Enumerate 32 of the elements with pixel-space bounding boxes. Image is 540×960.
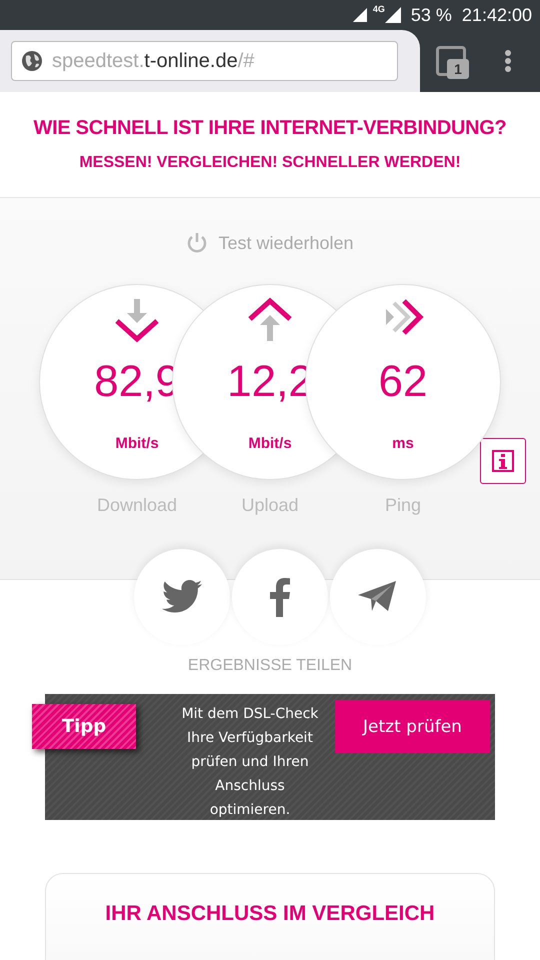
- network-type: 4G: [372, 4, 385, 14]
- battery-level: 53 %: [410, 4, 452, 26]
- download-icon: [114, 297, 160, 343]
- signal-icon: [352, 8, 369, 22]
- check-button[interactable]: Jetzt prüfen: [335, 700, 490, 753]
- page-title: WIE SCHNELL IST IHRE INTERNET-VERBINDUNG?: [34, 117, 506, 140]
- upload-icon: [247, 297, 293, 343]
- result-value: 62: [378, 357, 428, 407]
- page-subtitle: MESSEN! VERGLEICHEN! SCHNELLER WERDEN!: [79, 154, 461, 172]
- result-label: Upload: [241, 495, 299, 516]
- result-unit: Mbit/s: [248, 435, 292, 452]
- signal-icon: [384, 7, 401, 23]
- result-label: Download: [96, 495, 178, 516]
- paper-plane-icon: [358, 581, 398, 613]
- share-label: ERGEBNISSE TEILEN: [188, 657, 352, 675]
- result-unit: ms: [392, 435, 414, 452]
- menu-icon[interactable]: [504, 49, 512, 73]
- power-icon: [186, 232, 208, 254]
- clock: 21:42:00: [462, 4, 532, 26]
- info-icon: [492, 450, 514, 472]
- globe-icon: [21, 50, 43, 72]
- tip-text: Mit dem DSL-Check Ihre Verfügbarkeit prüfen und Ihren Anschluss optimieren.: [180, 705, 320, 820]
- result-label: Ping: [384, 495, 422, 516]
- facebook-icon: [268, 577, 292, 617]
- comparison-title: IHR ANSCHLUSS IM VERGLEICH: [105, 902, 435, 927]
- url-text: speedtest.t-online.de/#: [52, 50, 254, 72]
- info-button[interactable]: [480, 438, 526, 484]
- url-field[interactable]: speedtest.t-online.de/#: [11, 41, 398, 81]
- result-unit: Mbit/s: [115, 435, 159, 452]
- tip-badge: Tipp: [32, 704, 136, 749]
- tabs-button[interactable]: 1: [436, 46, 466, 76]
- bird-icon: [162, 580, 202, 614]
